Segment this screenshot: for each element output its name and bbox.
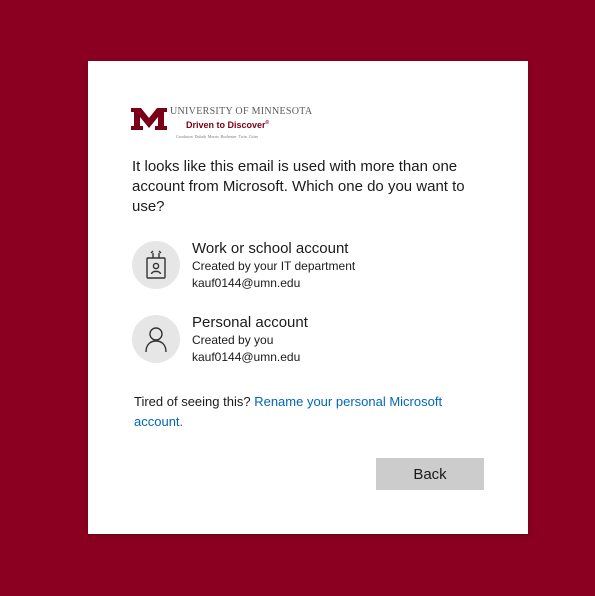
work-account-title: Work or school account	[192, 240, 349, 257]
personal-account-title: Personal account	[192, 314, 308, 331]
personal-account-text: Personal account Created by you kauf0144…	[192, 313, 308, 366]
block-m-logo-icon	[131, 108, 167, 130]
logo-university-name: UNIVERSITY OF MINNESOTA	[170, 106, 313, 117]
prompt-text: It looks like this email is used with mo…	[132, 158, 465, 215]
work-account-subtitle: Created by your IT department	[192, 259, 356, 273]
personal-account-subtitle: Created by you	[192, 333, 274, 347]
work-account-email: kauf0144@umn.edu	[192, 276, 301, 290]
back-button[interactable]: Back	[376, 458, 484, 490]
logo-tagline: Driven to Discover®	[186, 120, 270, 130]
badge-icon	[132, 241, 180, 289]
university-logo: UNIVERSITY OF MINNESOTA Driven to Discov…	[131, 106, 312, 142]
person-icon	[132, 315, 180, 363]
rename-hint-text: Tired of seeing this?	[134, 394, 255, 409]
personal-account-email: kauf0144@umn.edu	[192, 350, 301, 364]
logo-campuses: Crookston Duluth Morris Rochester Twin C…	[176, 134, 259, 139]
personal-account-option[interactable]: Personal account Created by you kauf0144…	[132, 313, 472, 365]
rename-hint: Tired of seeing this? Rename your person…	[134, 392, 464, 432]
work-account-option[interactable]: Work or school account Created by your I…	[132, 239, 472, 291]
work-account-text: Work or school account Created by your I…	[192, 239, 355, 292]
account-picker-dialog: UNIVERSITY OF MINNESOTA Driven to Discov…	[88, 61, 528, 534]
